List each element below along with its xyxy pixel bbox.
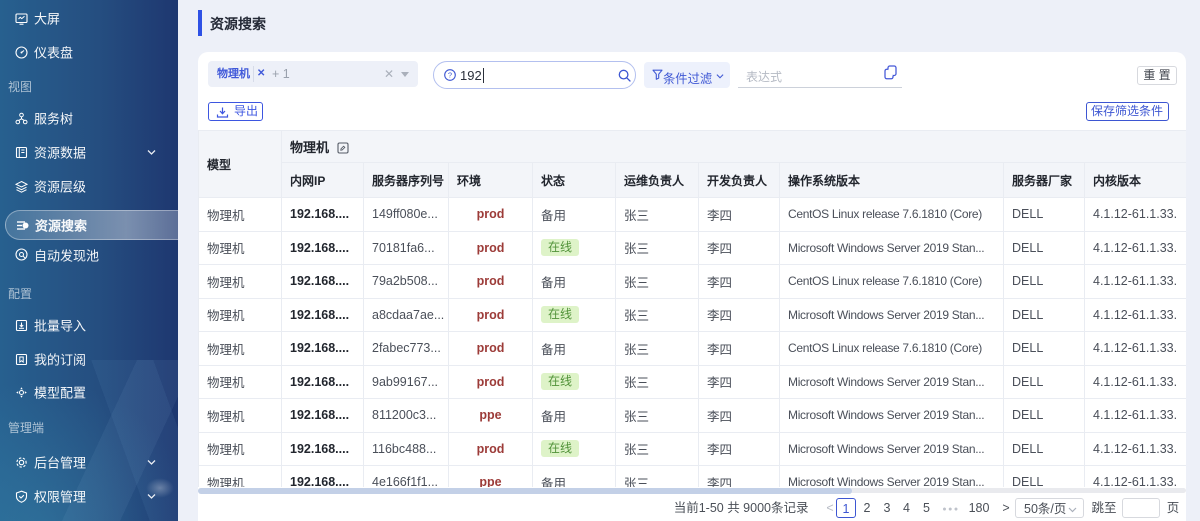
svg-text:?: ? <box>448 71 452 80</box>
